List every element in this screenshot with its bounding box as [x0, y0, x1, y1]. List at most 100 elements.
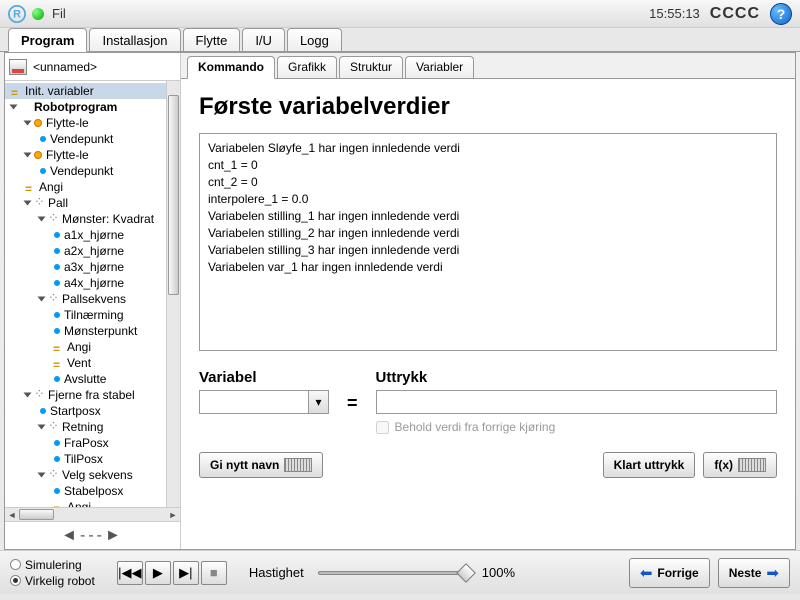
tab-flytte[interactable]: Flytte: [183, 28, 241, 51]
subtab-variabler[interactable]: Variabler: [405, 56, 474, 78]
variable-line[interactable]: cnt_2 = 0: [208, 174, 768, 191]
tree-node[interactable]: ⁘ Mønster: Kvadrat: [5, 211, 166, 227]
tree-node-label: Velg sekvens: [62, 468, 133, 482]
top-bar: R Fil 15:55:13 CCCC ?: [0, 0, 800, 28]
tab-installasjon[interactable]: Installasjon: [89, 28, 180, 51]
stop-button[interactable]: ■: [201, 561, 227, 585]
variable-line[interactable]: interpolere_1 = 0.0: [208, 191, 768, 208]
subtab-kommando[interactable]: Kommando: [187, 56, 275, 79]
tab-iu[interactable]: I/U: [242, 28, 285, 51]
clear-expression-button[interactable]: Klart uttrykk: [603, 452, 696, 478]
tree-node-label: Flytte-le: [46, 116, 89, 130]
tree-node[interactable]: a1x_hjørne: [5, 227, 166, 243]
tree-node[interactable]: Vendepunkt: [5, 131, 166, 147]
tree-nav-arrows[interactable]: ◄---►: [5, 521, 180, 549]
tree-node[interactable]: Mønsterpunkt: [5, 323, 166, 339]
keep-value-checkbox[interactable]: Behold verdi fra forrige kjøring: [376, 420, 777, 434]
tab-logg[interactable]: Logg: [287, 28, 342, 51]
tree-node[interactable]: ⁘Pall: [5, 195, 166, 211]
tree-node[interactable]: a2x_hjørne: [5, 243, 166, 259]
tree-hscrollbar[interactable]: ◄ ►: [5, 507, 180, 521]
tree-node[interactable]: =Angi: [5, 179, 166, 195]
tree-node[interactable]: Flytte-le: [5, 115, 166, 131]
tree-node[interactable]: =Angi: [5, 339, 166, 355]
tree-node[interactable]: Flytte-le: [5, 147, 166, 163]
variable-line[interactable]: Variabelen stilling_3 har ingen innleden…: [208, 242, 768, 259]
tab-program[interactable]: Program: [8, 28, 87, 52]
tree-node-label: a3x_hjørne: [64, 260, 124, 274]
keyboard-icon: [738, 458, 766, 472]
real-radio[interactable]: Virkelig robot: [10, 574, 95, 588]
variable-select[interactable]: ▾: [199, 390, 329, 414]
tree-node[interactable]: Tilnærming: [5, 307, 166, 323]
tree-node-label: a2x_hjørne: [64, 244, 124, 258]
tree-node-label: Mønster: Kvadrat: [62, 212, 154, 226]
expand-icon[interactable]: [38, 297, 46, 302]
program-tree[interactable]: =Init. variablerRobotprogramFlytte-leVen…: [5, 81, 166, 507]
variable-label: Variabel: [199, 369, 329, 386]
waypoint-icon: [54, 264, 60, 270]
pattern-icon: ⁘: [48, 294, 58, 304]
expand-icon[interactable]: [38, 425, 46, 430]
tree-node[interactable]: ⁘Velg sekvens: [5, 467, 166, 483]
tree-node-label: Vendepunkt: [50, 132, 113, 146]
variable-line[interactable]: Variabelen Sløyfe_1 har ingen innledende…: [208, 140, 768, 157]
save-icon[interactable]: [9, 59, 27, 75]
variable-line[interactable]: cnt_1 = 0: [208, 157, 768, 174]
chevron-down-icon[interactable]: ▾: [308, 391, 328, 413]
play-button[interactable]: ▶: [145, 561, 171, 585]
rewind-button[interactable]: |◀◀: [117, 561, 143, 585]
step-button[interactable]: ▶|: [173, 561, 199, 585]
help-icon[interactable]: ?: [770, 3, 792, 25]
tree-node[interactable]: Avslutte: [5, 371, 166, 387]
tree-node[interactable]: =Init. variabler: [5, 83, 166, 99]
file-menu[interactable]: Fil: [52, 6, 66, 21]
move-icon: [34, 151, 42, 159]
expand-icon[interactable]: [24, 153, 32, 158]
variable-line[interactable]: Variabelen stilling_1 har ingen innleden…: [208, 208, 768, 225]
sim-radio[interactable]: Simulering: [10, 558, 95, 572]
expand-icon[interactable]: [24, 121, 32, 126]
waypoint-icon: [54, 328, 60, 334]
tree-node[interactable]: ⁘Pallsekvens: [5, 291, 166, 307]
rename-button[interactable]: Gi nytt navn: [199, 452, 323, 478]
tree-node[interactable]: a4x_hjørne: [5, 275, 166, 291]
tree-node[interactable]: ⁘ Fjerne fra stabel: [5, 387, 166, 403]
speed-slider[interactable]: [318, 571, 468, 575]
variable-line[interactable]: Variabelen stilling_2 har ingen innleden…: [208, 225, 768, 242]
tree-node[interactable]: Stabelposx: [5, 483, 166, 499]
tree-node[interactable]: =Vent: [5, 355, 166, 371]
tree-node[interactable]: Startposx: [5, 403, 166, 419]
keep-checkbox-input[interactable]: [376, 421, 389, 434]
expand-icon[interactable]: [38, 217, 46, 222]
tree-vscrollbar[interactable]: [166, 81, 180, 507]
expand-icon[interactable]: [10, 105, 18, 110]
tree-node[interactable]: FraPosx: [5, 435, 166, 451]
assign-icon: =: [25, 182, 35, 192]
speed-label: Hastighet: [249, 565, 304, 580]
tree-node-label: Fjerne fra stabel: [48, 388, 135, 402]
tree-node[interactable]: Vendepunkt: [5, 163, 166, 179]
tree-node[interactable]: =Angi: [5, 499, 166, 507]
variable-line[interactable]: Variabelen var_1 har ingen innledende ve…: [208, 259, 768, 276]
tree-node[interactable]: Robotprogram: [5, 99, 166, 115]
subtab-struktur[interactable]: Struktur: [339, 56, 403, 78]
cccc-label: CCCC: [710, 5, 760, 23]
waypoint-icon: [54, 376, 60, 382]
expand-icon[interactable]: [24, 201, 32, 206]
prev-button[interactable]: ⬅Forrige: [629, 558, 710, 588]
expression-input[interactable]: [376, 390, 777, 414]
tree-node[interactable]: ⁘Retning: [5, 419, 166, 435]
pattern-icon: ⁘: [48, 214, 58, 224]
tree-node[interactable]: TilPosx: [5, 451, 166, 467]
pattern-icon: ⁘: [34, 390, 44, 400]
tree-node[interactable]: a3x_hjørne: [5, 259, 166, 275]
move-icon: [34, 119, 42, 127]
expand-icon[interactable]: [24, 393, 32, 398]
tree-node-label: a4x_hjørne: [64, 276, 124, 290]
fx-button[interactable]: f(x): [703, 452, 777, 478]
subtab-grafikk[interactable]: Grafikk: [277, 56, 337, 78]
variable-list[interactable]: Variabelen Sløyfe_1 har ingen innledende…: [199, 133, 777, 351]
next-button[interactable]: Neste➡: [718, 558, 790, 588]
expand-icon[interactable]: [38, 473, 46, 478]
